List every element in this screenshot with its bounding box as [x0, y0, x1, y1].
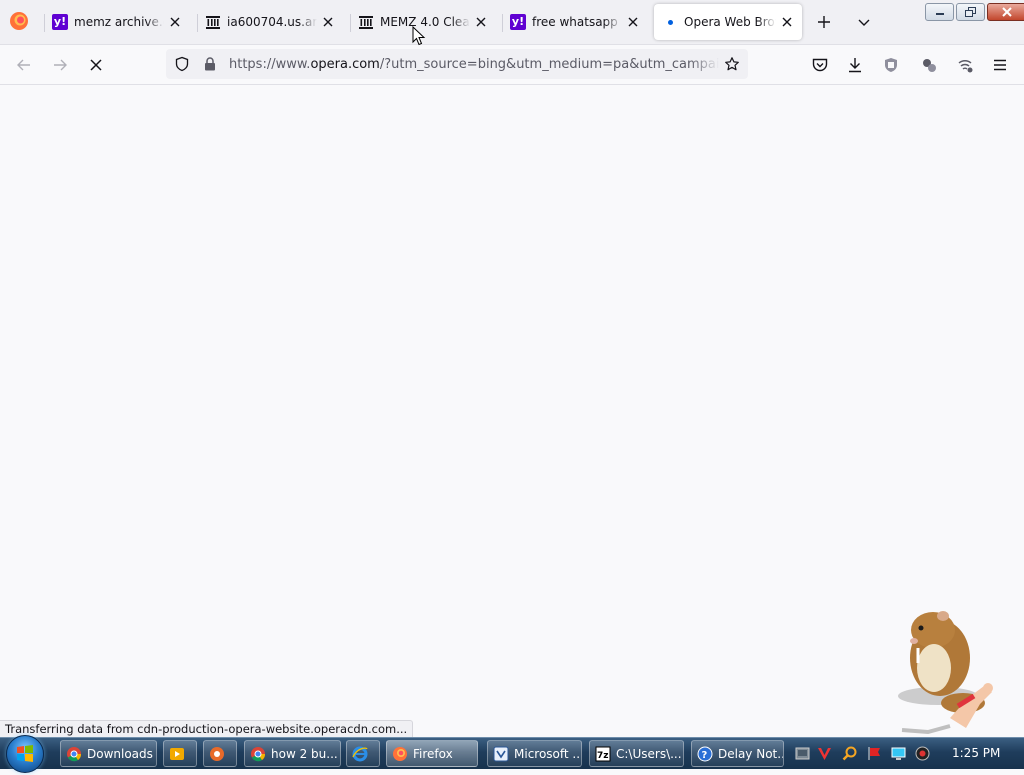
svg-text:?: ?: [702, 750, 708, 761]
taskbar-item-delay-not[interactable]: ? Delay Not...: [691, 740, 784, 767]
start-button[interactable]: [6, 735, 44, 773]
tab-strip: y! memz archive.org ia600704.us.archive.…: [0, 0, 1024, 45]
taskbar-item-ie[interactable]: [346, 740, 380, 767]
taskbar-item-label: Downloads: [87, 746, 153, 761]
tab-title: ia600704.us.archive.org: [227, 15, 317, 29]
status-bar: Transferring data from cdn-production-op…: [0, 720, 414, 738]
close-window-button[interactable]: [987, 3, 1024, 21]
lock-icon[interactable]: [202, 56, 218, 72]
display-icon[interactable]: [891, 746, 906, 761]
close-icon[interactable]: [168, 15, 182, 29]
chrome-icon: [67, 746, 82, 761]
taskbar-item-label: Delay Not...: [718, 746, 784, 761]
flag-icon[interactable]: [867, 746, 882, 761]
taskbar-item-label: Microsoft ...: [514, 746, 582, 761]
taskbar-item-how2bu[interactable]: how 2 bu...: [244, 740, 341, 767]
tracking-protection-shield-icon[interactable]: [174, 56, 190, 72]
close-icon[interactable]: [321, 15, 335, 29]
pocket-button[interactable]: [810, 55, 830, 75]
clock[interactable]: 1:25 PM: [952, 746, 1000, 760]
restore-icon: [964, 7, 976, 17]
close-icon: [1002, 7, 1012, 17]
tab-opera[interactable]: Opera Web Browser: [654, 4, 802, 40]
forward-button[interactable]: [50, 55, 70, 75]
url-bar[interactable]: https://www.opera.com/?utm_source=bing&u…: [166, 49, 748, 79]
desktop-pet-hamster-icon[interactable]: [888, 608, 1000, 738]
url-path: /?utm_source=bing&utm_medium=pa&utm_camp…: [379, 57, 719, 72]
svg-text:7z: 7z: [597, 751, 609, 761]
back-button[interactable]: [14, 55, 34, 75]
page-content: [0, 85, 1024, 737]
app-icon: [210, 746, 224, 761]
minimize-button[interactable]: [925, 3, 954, 21]
restore-button[interactable]: [956, 3, 985, 21]
tab-memz-archive[interactable]: y! memz archive.org: [44, 4, 190, 40]
yahoo-icon: y!: [510, 14, 526, 30]
stop-button[interactable]: [86, 55, 106, 75]
extension-shield-icon[interactable]: [881, 55, 901, 75]
url-host: opera.com: [310, 57, 380, 72]
system-tray: 1:25 PM: [786, 738, 1024, 769]
new-tab-button[interactable]: [814, 12, 834, 32]
taskbar-item-label: Firefox: [413, 746, 453, 761]
taskbar: Downloads how 2 bu... Firefox Microsoft …: [0, 735, 1024, 773]
network-icon[interactable]: [795, 746, 810, 761]
close-icon[interactable]: [474, 15, 488, 29]
close-icon[interactable]: [780, 15, 794, 29]
url-scheme: https://www.: [229, 57, 311, 72]
7zip-icon: 7z: [595, 746, 611, 761]
media-player-icon: [170, 747, 184, 760]
volume-icon[interactable]: [915, 746, 930, 761]
visual-studio-icon: [493, 746, 509, 761]
mouse-cursor-icon: [412, 26, 426, 46]
taskbar-item-label: how 2 bu...: [271, 746, 338, 761]
list-all-tabs-button[interactable]: [854, 12, 874, 32]
vegas-icon[interactable]: [817, 746, 832, 761]
chrome-icon: [251, 746, 266, 761]
app-menu-button[interactable]: [990, 55, 1010, 75]
tab-title: memz archive.org: [74, 15, 164, 29]
tab-ia600704[interactable]: ia600704.us.archive.org: [197, 4, 343, 40]
loading-icon: [662, 14, 678, 30]
firefox-icon[interactable]: [9, 11, 29, 31]
archive-icon: [359, 16, 373, 29]
taskbar-item-app[interactable]: [203, 740, 237, 767]
url-text[interactable]: https://www.opera.com/?utm_source=bing&u…: [229, 57, 719, 72]
downloads-button[interactable]: [845, 55, 865, 75]
tab-title: Opera Web Browser: [684, 15, 776, 29]
taskbar-item-microsoft[interactable]: Microsoft ...: [487, 740, 582, 767]
taskbar-item-downloads[interactable]: Downloads: [60, 740, 157, 767]
extension-wifi-icon[interactable]: [955, 55, 975, 75]
taskbar-item-firefox[interactable]: Firefox: [386, 740, 478, 767]
search-tray-icon[interactable]: [842, 746, 857, 761]
close-icon[interactable]: [626, 15, 640, 29]
minimize-icon: [935, 13, 944, 15]
archive-icon: [206, 16, 220, 29]
taskbar-item-7zip[interactable]: 7z C:\Users\...: [589, 740, 684, 767]
tab-title: free whatsapp browser: [532, 15, 622, 29]
yahoo-icon: y!: [52, 14, 68, 30]
internet-explorer-icon: [352, 746, 368, 761]
help-icon: ?: [697, 746, 713, 761]
bookmark-star-icon[interactable]: [724, 56, 740, 72]
extension-puzzle-icon[interactable]: [919, 55, 939, 75]
firefox-icon: [393, 746, 407, 761]
tab-free-whatsapp[interactable]: y! free whatsapp browser: [502, 4, 648, 40]
taskbar-item-label: C:\Users\...: [616, 746, 682, 761]
navigation-toolbar: https://www.opera.com/?utm_source=bing&u…: [0, 45, 1024, 85]
windows-logo-icon: [17, 745, 33, 762]
taskbar-item-media-player[interactable]: [163, 740, 197, 767]
